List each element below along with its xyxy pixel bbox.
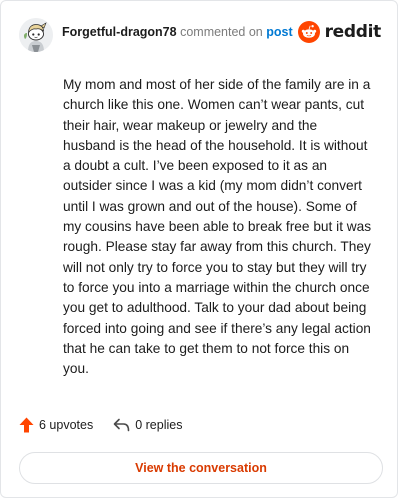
comment-header: Forgetful-dragon78 commented on post red… (19, 17, 381, 53)
commented-on-text: commented on (180, 25, 263, 39)
upvote-action[interactable]: 6 upvotes (19, 417, 93, 433)
comment-actions: 6 upvotes 0 replies (19, 417, 202, 433)
snoo-avatar-icon (19, 18, 53, 52)
upvote-count: 6 upvotes (39, 418, 94, 432)
username-link[interactable]: Forgetful-dragon78 (62, 25, 177, 39)
view-conversation-button[interactable]: View the conversation (19, 452, 383, 484)
reddit-wordmark: reddit (324, 22, 382, 42)
post-link[interactable]: post (266, 25, 292, 39)
reply-arrow-icon[interactable] (113, 418, 130, 432)
comment-body: My mom and most of her side of the famil… (63, 77, 372, 377)
comment-byline: Forgetful-dragon78 commented on post (62, 25, 298, 39)
reddit-brand[interactable]: reddit (297, 21, 382, 43)
reply-action[interactable]: 0 replies (113, 418, 182, 432)
reply-count: 0 replies (135, 418, 183, 432)
avatar[interactable] (19, 18, 53, 52)
comment-card: Forgetful-dragon78 commented on post red… (0, 0, 398, 498)
upvote-arrow-icon[interactable] (19, 417, 34, 433)
reddit-logo-icon (297, 21, 320, 43)
